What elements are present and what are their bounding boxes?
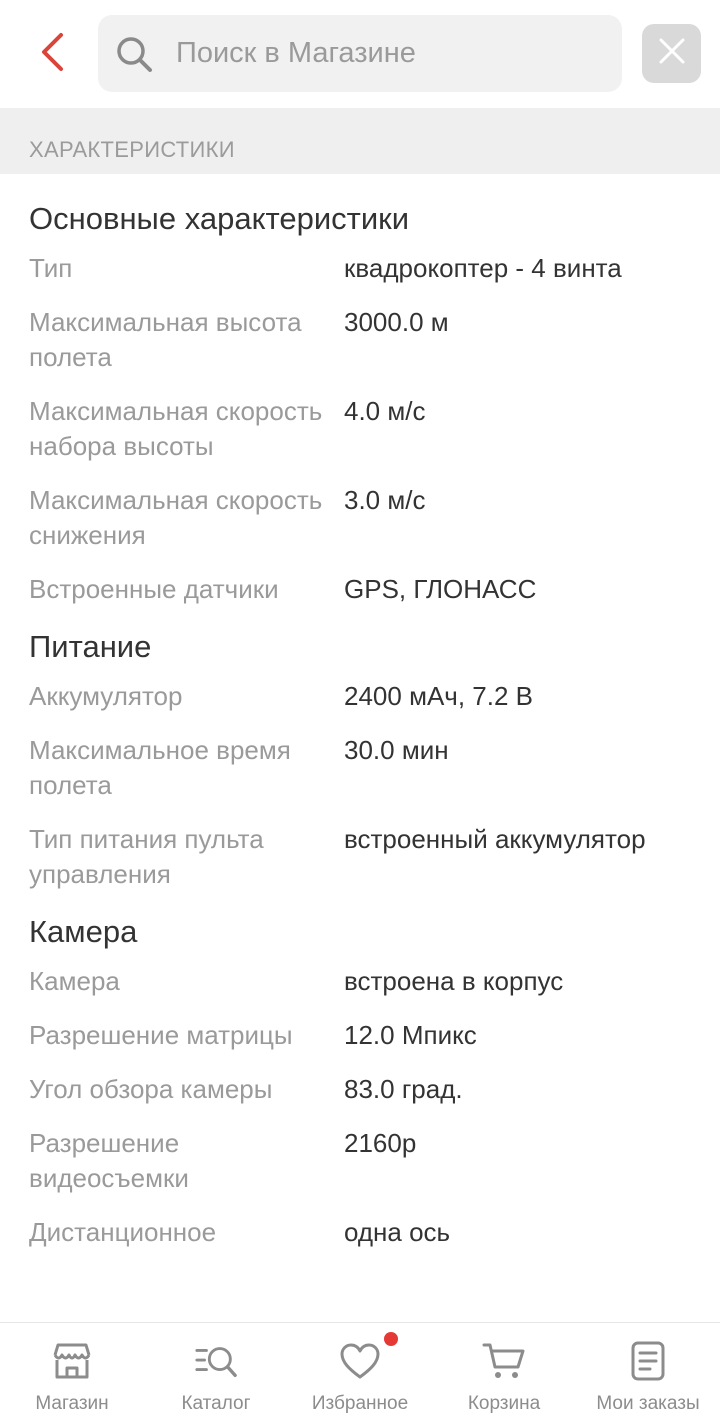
- spec-row: Угол обзора камеры 83.0 град.: [29, 1072, 691, 1107]
- spec-value: GPS, ГЛОНАСС: [344, 574, 537, 604]
- spec-label: Дистанционное: [29, 1217, 217, 1247]
- spec-row: Тип квадрокоптер - 4 винта: [29, 251, 691, 286]
- spec-label: Разрешение матрицы: [29, 1020, 293, 1050]
- spec-row: Разрешение матрицы 12.0 Мпикс: [29, 1018, 691, 1053]
- top-bar: [0, 0, 720, 108]
- nav-item-favorites[interactable]: Избранное: [288, 1323, 432, 1419]
- nav-item-catalog[interactable]: Каталог: [144, 1323, 288, 1419]
- spec-label: Максимальная высота полета: [29, 307, 302, 372]
- nav-label: Корзина: [467, 1393, 541, 1414]
- spec-label: Максимальное время полета: [29, 735, 291, 800]
- spec-label: Аккумулятор: [29, 681, 183, 711]
- spec-value: 3.0 м/с: [344, 485, 426, 515]
- nav-item-orders[interactable]: Мои заказы: [576, 1323, 720, 1419]
- app-root: ХАРАКТЕРИСТИКИ Основные характеристики Т…: [0, 0, 720, 1419]
- spec-label: Встроенные датчики: [29, 574, 279, 604]
- chevron-left-icon: [37, 31, 67, 78]
- spec-value: квадрокоптер - 4 винта: [344, 253, 622, 283]
- clear-search-button[interactable]: [642, 24, 701, 83]
- spec-value: 2400 мАч, 7.2 В: [344, 681, 533, 711]
- specs-list: Основные характеристики Тип квадрокоптер…: [0, 174, 720, 1322]
- spec-row: Разрешение видеосъемки 2160p: [29, 1126, 691, 1196]
- close-icon: [657, 36, 687, 71]
- spec-value: встроена в корпус: [344, 966, 564, 996]
- search-icon: [114, 34, 154, 74]
- section-header: ХАРАКТЕРИСТИКИ: [0, 108, 720, 174]
- spec-label: Камера: [29, 966, 120, 996]
- spec-row: Камера встроена в корпус: [29, 964, 691, 999]
- nav-label: Мои заказы: [596, 1393, 700, 1414]
- spec-row: Дистанционное одна ось: [29, 1215, 691, 1250]
- nav-item-cart[interactable]: Корзина: [432, 1323, 576, 1419]
- spec-value: 3000.0 м: [344, 307, 449, 337]
- spec-group-main: Основные характеристики Тип квадрокоптер…: [29, 174, 691, 607]
- group-title: Основные характеристики: [29, 201, 410, 236]
- orders-list-icon: [626, 1339, 670, 1383]
- back-button[interactable]: [24, 26, 80, 82]
- cart-icon: [482, 1339, 526, 1383]
- spec-group-camera: Камера Камера встроена в корпус Разрешен…: [29, 892, 691, 1250]
- spec-row: Аккумулятор 2400 мАч, 7.2 В: [29, 679, 691, 714]
- spec-value: 4.0 м/с: [344, 396, 426, 426]
- spec-label: Угол обзора камеры: [29, 1074, 273, 1104]
- spec-row: Тип питания пульта управления встроенный…: [29, 822, 691, 892]
- store-icon: [50, 1339, 94, 1383]
- heart-icon: [338, 1332, 398, 1383]
- spec-value: одна ось: [344, 1217, 451, 1247]
- spec-row: Максимальная скорость снижения 3.0 м/с: [29, 483, 691, 553]
- spec-label: Разрешение видеосъемки: [29, 1128, 189, 1193]
- favorites-badge: [384, 1332, 398, 1346]
- nav-label: Магазин: [35, 1393, 109, 1414]
- spec-label: Тип: [29, 253, 73, 283]
- catalog-search-icon: [194, 1339, 238, 1383]
- spec-row: Максимальная высота полета 3000.0 м: [29, 305, 691, 375]
- spec-row: Встроенные датчики GPS, ГЛОНАСС: [29, 572, 691, 607]
- spec-value: 30.0 мин: [344, 735, 449, 765]
- section-title: ХАРАКТЕРИСТИКИ: [29, 137, 235, 162]
- spec-row: Максимальное время полета 30.0 мин: [29, 733, 691, 803]
- nav-label: Каталог: [181, 1393, 251, 1414]
- spec-group-power: Питание Аккумулятор 2400 мАч, 7.2 В Макс…: [29, 607, 691, 892]
- spec-value: встроенный аккумулятор: [344, 824, 646, 854]
- nav-label: Избранное: [311, 1393, 409, 1414]
- nav-item-store[interactable]: Магазин: [0, 1323, 144, 1419]
- bottom-nav: Магазин Каталог Избранное Корзина Мои за…: [0, 1322, 720, 1419]
- spec-label: Максимальная скорость снижения: [29, 485, 323, 550]
- spec-value: 2160p: [344, 1128, 417, 1158]
- search-input[interactable]: [176, 37, 596, 70]
- spec-label: Тип питания пульта управления: [29, 824, 264, 889]
- search-box[interactable]: [98, 15, 622, 92]
- spec-label: Максимальная скорость набора высоты: [29, 396, 323, 461]
- spec-value: 12.0 Мпикс: [344, 1020, 477, 1050]
- group-title: Питание: [29, 629, 152, 664]
- spec-value: 83.0 град.: [344, 1074, 463, 1104]
- group-title: Камера: [29, 914, 138, 949]
- spec-row: Максимальная скорость набора высоты 4.0 …: [29, 394, 691, 464]
